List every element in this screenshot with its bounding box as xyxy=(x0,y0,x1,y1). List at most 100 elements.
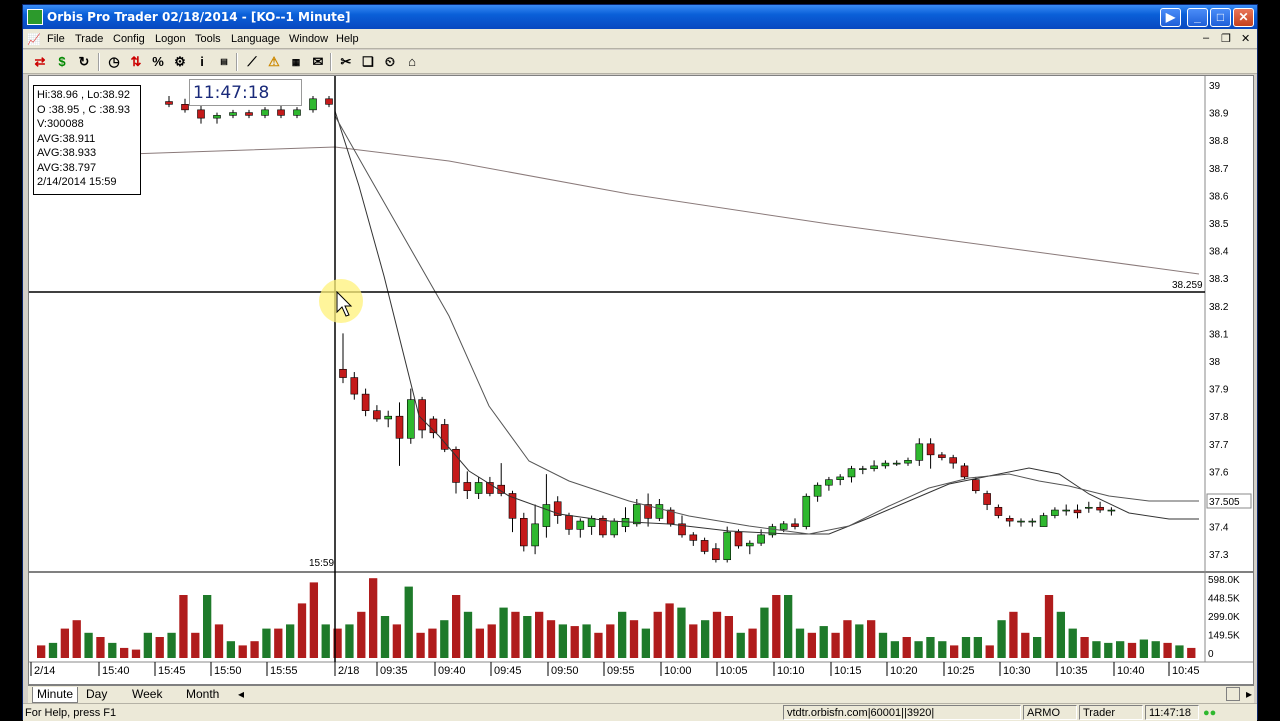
volume-bar xyxy=(736,632,745,658)
chart-panel[interactable]: 39 38.9 38.8 38.7 38.6 38.5 38.4 38.3 38.2 38.1 38… xyxy=(28,75,1254,685)
price-tick-label: 37.8 xyxy=(1209,412,1229,423)
candle-body xyxy=(892,462,901,465)
candle-body xyxy=(1096,506,1104,511)
candle-body xyxy=(994,506,1003,516)
candle-body xyxy=(245,112,253,116)
percent-icon[interactable]: % xyxy=(149,54,167,70)
volume-bar xyxy=(985,645,994,658)
price-tick-label: 37.4 xyxy=(1209,523,1229,534)
ticker-icon[interactable]: ▤ xyxy=(215,54,233,70)
gear-arrow-icon[interactable]: ⚙ xyxy=(171,54,189,70)
volume-bar xyxy=(712,611,722,658)
menu-config[interactable]: Config xyxy=(113,33,145,45)
candle-body xyxy=(813,484,822,497)
volume-bar xyxy=(262,628,271,658)
volume-bar xyxy=(867,620,876,658)
volume-bar xyxy=(1163,642,1172,658)
tab-scroll-left-icon[interactable]: ◂ xyxy=(234,687,248,703)
avg-line-fast xyxy=(334,110,1199,535)
menu-file[interactable]: File xyxy=(47,33,65,45)
tab-week[interactable]: Week xyxy=(128,687,166,703)
mdi-restore-icon[interactable]: ❐ xyxy=(1221,32,1231,45)
dollar-icon[interactable]: $ xyxy=(53,54,71,70)
play-icon[interactable]: ▶ xyxy=(1160,8,1181,27)
info-icon[interactable]: i xyxy=(193,54,211,70)
scroll-right-icon[interactable]: ▸ xyxy=(1242,687,1256,703)
menu-logon[interactable]: Logon xyxy=(155,33,186,45)
candle-body xyxy=(197,109,205,119)
volume-bar xyxy=(914,641,923,658)
timer-icon[interactable]: ⏲ xyxy=(381,54,399,70)
menu-language[interactable]: Language xyxy=(231,33,280,45)
time-tick-label: 09:55 xyxy=(607,665,635,677)
line-chart-icon[interactable]: ⟋ xyxy=(243,54,261,70)
chart-doc-icon[interactable]: 📈 xyxy=(27,33,41,46)
candle-body xyxy=(791,523,799,527)
windows-icon[interactable]: ❏ xyxy=(359,54,377,70)
time-tick-label: 10:35 xyxy=(1060,665,1088,677)
scroll-left-button[interactable] xyxy=(1226,687,1240,701)
status-role: Trader xyxy=(1079,705,1143,720)
candle-body xyxy=(1051,509,1059,516)
price-tick-label: 38.9 xyxy=(1209,109,1229,120)
volume-tick-label: 0 xyxy=(1208,649,1214,660)
close-button[interactable]: ✕ xyxy=(1233,8,1254,27)
minimize-button[interactable]: _ xyxy=(1187,8,1208,27)
volume-bar xyxy=(546,620,556,658)
title-bar: Orbis Pro Trader 02/18/2014 - [KO--1 Min… xyxy=(23,5,1257,29)
clock-icon[interactable]: ◷ xyxy=(105,54,123,70)
volume-bar xyxy=(499,607,508,658)
tab-minute[interactable]: Minute xyxy=(32,687,79,703)
volume-bar xyxy=(582,624,591,658)
candle-body xyxy=(734,531,743,547)
volume-bar xyxy=(961,637,971,658)
mdi-close-icon[interactable]: ✕ xyxy=(1241,32,1250,45)
candle-body xyxy=(926,443,935,456)
volume-bar xyxy=(902,637,911,658)
candle-body xyxy=(373,410,381,420)
volume-bar xyxy=(938,641,947,658)
swap-icon[interactable]: ⇄ xyxy=(31,54,49,70)
volume-bar xyxy=(369,578,378,658)
tab-month[interactable]: Month xyxy=(182,687,223,703)
menu-tools[interactable]: Tools xyxy=(195,33,221,45)
volume-bar xyxy=(1127,642,1137,658)
volume-bar xyxy=(214,624,224,658)
price-tick-label: 38.5 xyxy=(1209,219,1229,230)
chart-arrows-icon[interactable]: ⇅ xyxy=(127,54,145,70)
price-volume-chart[interactable]: 39 38.9 38.8 38.7 38.6 38.5 38.4 38.3 38.2 38.1 38… xyxy=(29,76,1253,684)
volume-bar xyxy=(1187,647,1196,658)
mail-icon[interactable]: ✉ xyxy=(309,54,327,70)
volume-bar xyxy=(890,641,900,658)
volume-bar xyxy=(926,637,935,658)
news-icon[interactable]: ▦ xyxy=(287,54,305,70)
candle-body xyxy=(723,531,732,561)
volume-bar xyxy=(689,624,698,658)
timeframe-tabbar: Minute Day Week Month ◂ ▸ xyxy=(28,685,1254,703)
tab-day[interactable]: Day xyxy=(82,687,111,703)
volume-bar xyxy=(772,595,781,658)
time-tick-label: 10:10 xyxy=(777,665,805,677)
candle-body xyxy=(181,104,189,111)
candle-body xyxy=(576,520,585,530)
toolbar-separator xyxy=(330,53,332,71)
maximize-button[interactable]: □ xyxy=(1210,8,1231,27)
mdi-minimize-icon[interactable]: – xyxy=(1203,32,1209,44)
volume-bar xyxy=(487,624,496,658)
refresh-icon[interactable]: ↻ xyxy=(75,54,93,70)
volume-bar xyxy=(511,611,520,658)
volume-tick-label: 299.0K xyxy=(1208,612,1240,623)
tools-icon[interactable]: ✂ xyxy=(337,54,355,70)
volume-bar xyxy=(297,603,307,658)
candle-body xyxy=(632,504,641,525)
home-icon[interactable]: ⌂ xyxy=(403,54,421,70)
menu-help[interactable]: Help xyxy=(336,33,359,45)
alert-icon[interactable]: ⚠ xyxy=(265,54,283,70)
candle-body xyxy=(229,112,237,116)
menu-trade[interactable]: Trade xyxy=(75,33,103,45)
status-bar: For Help, press F1 vtdtr.orbisfn.com|600… xyxy=(23,703,1257,721)
price-tick-label: 38 xyxy=(1209,357,1221,368)
menu-window[interactable]: Window xyxy=(289,33,328,45)
price-tick-label: 38.4 xyxy=(1209,247,1229,258)
candle-body xyxy=(395,415,404,439)
